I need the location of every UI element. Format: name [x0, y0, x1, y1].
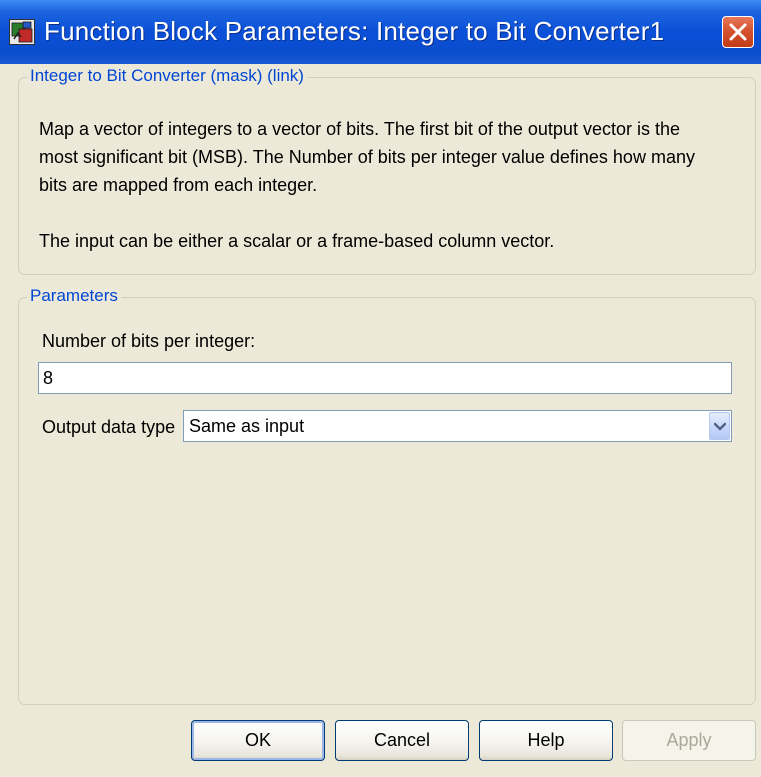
close-button[interactable] — [722, 16, 754, 48]
bits-per-integer-label: Number of bits per integer: — [42, 331, 256, 351]
bits-per-integer-input[interactable] — [38, 362, 732, 394]
simulink-block-icon — [9, 19, 35, 45]
description-line-1: Map a vector of integers to a vector of … — [39, 119, 680, 139]
window-title: Function Block Parameters: Integer to Bi… — [44, 16, 665, 46]
output-data-type-label: Output data type — [42, 417, 176, 437]
output-data-type-select[interactable]: Same as input — [183, 410, 732, 442]
description-line-5: The input can be either a scalar or a fr… — [39, 231, 555, 251]
description-line-2: most significant bit (MSB). The Number o… — [39, 147, 695, 167]
title-bar[interactable]: Function Block Parameters: Integer to Bi… — [0, 0, 761, 64]
dropdown-button[interactable] — [709, 412, 730, 440]
apply-button: Apply — [622, 720, 756, 761]
cancel-button[interactable]: Cancel — [335, 720, 469, 761]
output-data-type-value: Same as input — [189, 416, 305, 436]
description-line-3: bits are mapped from each integer. — [39, 175, 318, 195]
parameters-group: Parameters — [18, 286, 756, 705]
parameters-group-legend: Parameters — [27, 286, 121, 306]
description-group-legend: Integer to Bit Converter (mask) (link) — [27, 66, 307, 86]
ok-button[interactable]: OK — [191, 720, 325, 761]
help-button[interactable]: Help — [479, 720, 613, 761]
dialog-window: Function Block Parameters: Integer to Bi… — [0, 0, 761, 777]
